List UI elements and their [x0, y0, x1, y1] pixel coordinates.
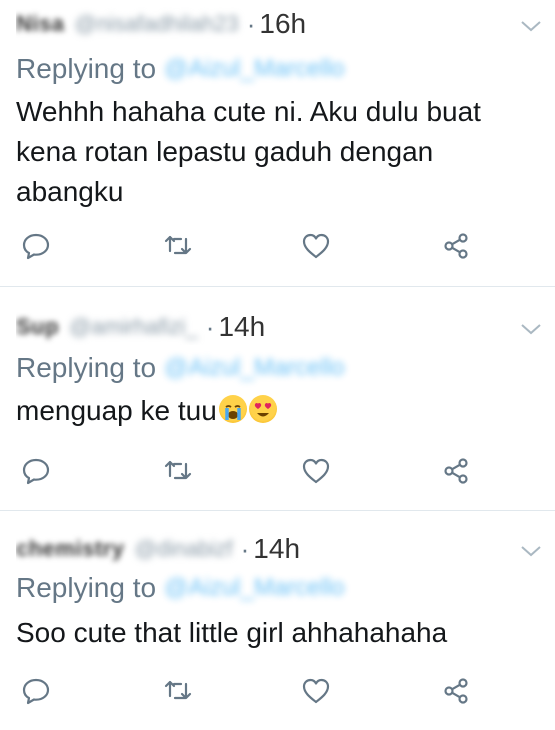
tweet-text: Wehhh hahaha cute ni. Aku dulu buat kena…	[16, 96, 481, 207]
retweet-icon	[164, 460, 192, 480]
like-button[interactable]	[296, 671, 336, 711]
tweet[interactable]: Sup @amirhafizi_ · 14h Replying to @Aizu…	[0, 287, 555, 511]
tweet-actions	[0, 671, 555, 711]
tweet-actions	[0, 451, 555, 491]
replying-prefix: Replying to	[16, 53, 157, 84]
retweet-button[interactable]	[158, 226, 198, 266]
retweet-icon	[164, 235, 192, 255]
tweet-text: menguap ke tuu	[16, 395, 217, 426]
tweet-header: Nisa @nisafadhilah23 · 16h	[16, 6, 515, 42]
share-button[interactable]	[436, 226, 476, 266]
replying-to: Replying to @Aizul_Marcello	[16, 52, 345, 86]
reply-icon	[22, 233, 50, 260]
share-button[interactable]	[436, 671, 476, 711]
reply-button[interactable]	[16, 671, 56, 711]
timestamp[interactable]: 14h	[253, 533, 300, 565]
heart-eyes-face-icon	[248, 395, 277, 423]
reply-button[interactable]	[16, 451, 56, 491]
separator-dot: ·	[240, 533, 250, 564]
tweet[interactable]: Nisa @nisafadhilah23 · 16h Replying to @…	[0, 0, 555, 287]
display-name[interactable]: Sup	[16, 314, 59, 340]
chevron-down-icon[interactable]	[519, 539, 543, 563]
retweet-icon	[164, 680, 192, 700]
tweet[interactable]: chemistry @dinabizf · 14h Replying to @A…	[0, 511, 555, 730]
display-name[interactable]: Nisa	[16, 11, 64, 37]
tweet-text: Soo cute that little girl ahhahahaha	[16, 617, 448, 648]
share-icon	[444, 458, 468, 484]
reply-icon	[22, 678, 50, 705]
share-icon	[444, 678, 468, 704]
like-button[interactable]	[296, 226, 336, 266]
separator-dot: ·	[246, 8, 256, 39]
timestamp[interactable]: 14h	[218, 311, 265, 343]
retweet-button[interactable]	[158, 451, 198, 491]
replying-to: Replying to @Aizul_Marcello	[16, 571, 345, 605]
tweet-text-row: menguap ke tuu	[16, 391, 535, 431]
replying-prefix: Replying to	[16, 572, 157, 603]
heart-icon	[302, 678, 330, 704]
loudly-crying-face-icon	[218, 395, 247, 423]
separator-dot: ·	[205, 311, 215, 342]
reply-handle[interactable]: @Aizul_Marcello	[164, 354, 344, 382]
like-button[interactable]	[296, 451, 336, 491]
user-handle[interactable]: @amirhafizi_	[69, 314, 198, 340]
user-handle[interactable]: @dinabizf	[134, 536, 232, 562]
display-name[interactable]: chemistry	[16, 536, 124, 562]
chevron-down-icon[interactable]	[519, 317, 543, 341]
reply-button[interactable]	[16, 226, 56, 266]
tweet-header: Sup @amirhafizi_ · 14h	[16, 309, 515, 345]
user-handle[interactable]: @nisafadhilah23	[74, 11, 238, 37]
retweet-button[interactable]	[158, 671, 198, 711]
heart-icon	[302, 233, 330, 259]
replying-prefix: Replying to	[16, 352, 157, 383]
reply-icon	[22, 458, 50, 485]
share-button[interactable]	[436, 451, 476, 491]
tweet-actions	[0, 226, 555, 266]
tweet-header: chemistry @dinabizf · 14h	[16, 531, 515, 567]
replying-to: Replying to @Aizul_Marcello	[16, 351, 345, 385]
share-icon	[444, 233, 468, 259]
chevron-down-icon[interactable]	[519, 14, 543, 38]
timestamp[interactable]: 16h	[259, 8, 306, 40]
reply-handle[interactable]: @Aizul_Marcello	[164, 574, 344, 602]
reply-handle[interactable]: @Aizul_Marcello	[164, 55, 344, 83]
heart-icon	[302, 458, 330, 484]
